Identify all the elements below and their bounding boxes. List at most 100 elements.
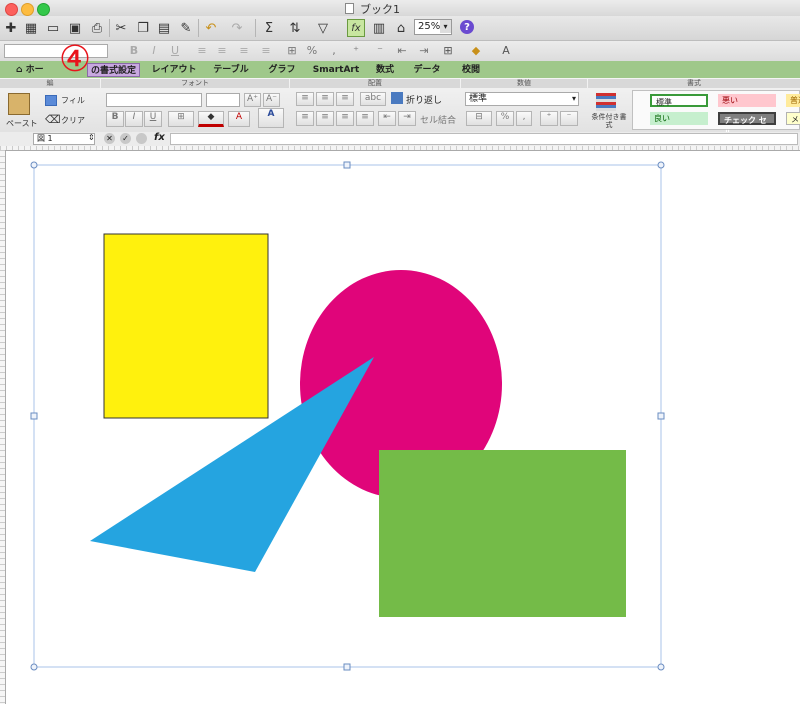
name-box[interactable]: 図 1 <box>33 133 95 145</box>
merge-cells-label[interactable]: セル結合 <box>420 113 456 126</box>
percent-format-icon[interactable]: % <box>496 111 514 126</box>
paste-icon[interactable]: ▤ <box>155 19 173 37</box>
format-painter-icon[interactable]: ✎ <box>177 19 195 37</box>
filter-icon[interactable]: ▽ <box>314 19 332 37</box>
wrap-text-label[interactable]: 折り返し <box>406 93 442 106</box>
justify-icon[interactable]: ≡ <box>258 43 274 59</box>
percent-icon[interactable]: % <box>304 43 320 59</box>
style-bad[interactable]: 悪い <box>718 94 776 107</box>
resize-handle-right[interactable] <box>657 412 665 420</box>
resize-handle-left[interactable] <box>30 412 38 420</box>
borders-button[interactable]: ⊞ <box>168 111 194 127</box>
borders-icon[interactable]: ⊞ <box>440 43 456 59</box>
increase-decimal-button[interactable]: ⁺ <box>540 111 558 126</box>
formula-builder-icon[interactable]: fx <box>347 19 365 37</box>
fx-icon[interactable]: fx <box>154 132 165 143</box>
decrease-indent-button[interactable]: ⇤ <box>378 111 396 126</box>
toolbox-icon[interactable]: ⌂ <box>392 19 410 37</box>
accounting-format-icon[interactable]: ⊟ <box>466 111 492 126</box>
font-name-select[interactable] <box>106 93 202 107</box>
bold-button[interactable]: B <box>106 111 124 127</box>
italic-icon[interactable]: I <box>146 43 162 59</box>
justify-button[interactable]: ≡ <box>356 111 374 126</box>
align-middle-icon[interactable]: ≡ <box>316 92 334 106</box>
text-orientation-icon[interactable]: abc <box>360 92 386 106</box>
tab-tables[interactable]: テーブル <box>204 63 258 77</box>
resize-handle-top[interactable] <box>343 161 351 169</box>
font-size-select[interactable] <box>206 93 240 107</box>
align-right-icon[interactable]: ≡ <box>236 43 252 59</box>
align-top-icon[interactable]: ≡ <box>296 92 314 106</box>
zoom-window-button[interactable] <box>37 3 50 16</box>
minimize-window-button[interactable] <box>21 3 34 16</box>
template-gallery-icon[interactable]: ▦ <box>22 19 40 37</box>
redo-icon[interactable]: ↷ <box>228 19 246 37</box>
clear-label[interactable]: クリア <box>61 115 85 126</box>
clear-eraser-icon[interactable]: ⌫ <box>45 113 61 126</box>
align-bottom-icon[interactable]: ≡ <box>336 92 354 106</box>
increase-indent-button[interactable]: ⇥ <box>398 111 416 126</box>
print-icon[interactable]: ⎙ <box>88 19 106 37</box>
font-color-button[interactable]: A <box>228 111 250 127</box>
name-box-stepper-icon[interactable]: ⇕ <box>88 133 95 142</box>
copy-icon[interactable]: ❐ <box>134 19 152 37</box>
wrap-text-icon[interactable] <box>391 92 403 104</box>
decrease-decimal-button[interactable]: ⁻ <box>560 111 578 126</box>
decrease-indent-icon[interactable]: ⇤ <box>394 43 410 59</box>
style-normal[interactable]: 標準 <box>650 94 708 107</box>
paste-label[interactable]: ペースト <box>6 118 38 129</box>
resize-handle-bottom-right[interactable] <box>657 663 665 671</box>
fill-color-icon[interactable]: ◆ <box>468 43 484 59</box>
sort-icon[interactable]: ⇅ <box>286 19 304 37</box>
green-rectangle[interactable] <box>379 450 626 617</box>
style-note[interactable]: メモ <box>786 112 800 125</box>
font-color-icon[interactable]: A <box>498 43 514 59</box>
italic-button[interactable]: I <box>125 111 143 127</box>
resize-handle-top-right[interactable] <box>657 161 665 169</box>
text-effects-icon[interactable]: A <box>258 108 284 128</box>
function-menu-icon[interactable] <box>136 133 147 144</box>
align-right-button[interactable]: ≡ <box>336 111 354 126</box>
undo-icon[interactable]: ↶ <box>202 19 220 37</box>
tab-review[interactable]: 校閲 <box>452 63 490 77</box>
yellow-rectangle[interactable] <box>103 233 269 419</box>
confirm-entry-icon[interactable]: ✓ <box>120 133 131 144</box>
tab-formulas[interactable]: 数式 <box>368 63 402 77</box>
new-document-icon[interactable]: ✚ <box>2 19 20 37</box>
show-hide-gallery-icon[interactable]: ▥ <box>370 19 388 37</box>
zoom-dropdown-icon[interactable]: ▾ <box>440 20 451 33</box>
number-format-select[interactable]: 標準 ▾ <box>465 92 579 106</box>
align-center-icon[interactable]: ≡ <box>214 43 230 59</box>
conditional-formatting-label[interactable]: 条件付き書式 <box>591 113 627 129</box>
close-window-button[interactable] <box>5 3 18 16</box>
help-icon[interactable]: ? <box>460 20 474 34</box>
tab-smartart[interactable]: SmartArt <box>306 63 366 77</box>
currency-icon[interactable]: ⊞ <box>284 43 300 59</box>
style-check-cell[interactable]: チェック セル <box>718 112 776 138</box>
decrease-decimal-icon[interactable]: ⁻ <box>372 43 388 59</box>
paste-clipboard-icon[interactable] <box>8 93 30 115</box>
tab-data[interactable]: データ <box>404 63 450 77</box>
resize-handle-top-left[interactable] <box>30 161 38 169</box>
increase-decimal-icon[interactable]: ⁺ <box>348 43 364 59</box>
align-left-button[interactable]: ≡ <box>296 111 314 126</box>
comma-style-icon[interactable]: , <box>326 43 342 59</box>
save-icon[interactable]: ▣ <box>66 19 84 37</box>
style-neutral[interactable]: 普通 <box>786 94 800 107</box>
style-good[interactable]: 良い <box>650 112 708 125</box>
resize-handle-bottom[interactable] <box>343 663 351 671</box>
fill-color-button[interactable]: ◆ <box>198 111 224 127</box>
autosum-icon[interactable]: Σ <box>260 19 278 37</box>
open-folder-icon[interactable]: ▭ <box>44 19 62 37</box>
formula-input[interactable] <box>170 133 798 145</box>
resize-handle-bottom-left[interactable] <box>30 663 38 671</box>
tab-charts[interactable]: グラフ <box>260 63 304 77</box>
underline-icon[interactable]: U <box>167 43 183 59</box>
align-left-icon[interactable]: ≡ <box>194 43 210 59</box>
decrease-font-size-icon[interactable]: A⁻ <box>263 93 280 107</box>
bold-icon[interactable]: B <box>126 43 142 59</box>
fill-icon[interactable] <box>45 95 57 106</box>
increase-font-size-icon[interactable]: A⁺ <box>244 93 261 107</box>
comma-format-icon[interactable]: , <box>516 111 532 126</box>
conditional-formatting-icon[interactable] <box>596 93 616 111</box>
